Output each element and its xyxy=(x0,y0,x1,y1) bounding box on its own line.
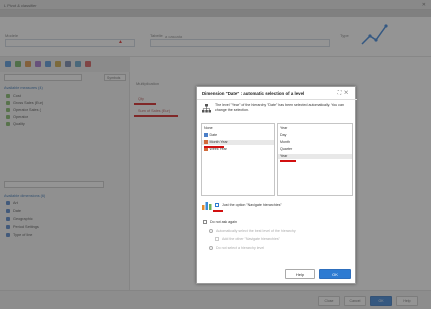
help-button[interactable]: Help xyxy=(285,269,315,279)
level-selection-dialog: Dimension "Date" : automatic selection o… xyxy=(196,86,357,284)
navigate-checkbox[interactable] xyxy=(215,203,219,207)
dialog-window-controls[interactable]: ⛶✕ xyxy=(338,90,351,96)
hierarchy-icon xyxy=(202,104,211,113)
level-item[interactable]: Year xyxy=(280,154,287,158)
dimension-icon xyxy=(204,133,208,137)
highlight-underline xyxy=(213,210,223,212)
add-other-checkbox[interactable] xyxy=(215,237,219,241)
level-item[interactable]: Quarter xyxy=(280,147,292,151)
bar-chart-icon xyxy=(202,202,212,210)
level-item[interactable]: Day xyxy=(280,133,286,137)
highlight-underline xyxy=(204,146,224,148)
navigate-label: Just the option "Navigate hierarchies" xyxy=(222,203,282,207)
add-other-label: Add the other "Navigate hierarchies" xyxy=(222,237,280,241)
dialog-title: Dimension "Date" : automatic selection o… xyxy=(202,91,305,96)
hierarchy-item[interactable]: None xyxy=(204,126,213,130)
radio-no-level-label: Do not select a hierarchy level xyxy=(216,246,265,250)
do-not-ask-label: Do not ask again xyxy=(210,220,237,224)
dialog-divider xyxy=(197,99,357,100)
hierarchy-item[interactable]: Week Year xyxy=(204,147,227,151)
level-list[interactable]: Year Day Month Quarter Year xyxy=(277,123,353,196)
hierarchy-list[interactable]: None Date Month Year Week Year xyxy=(201,123,275,196)
selected-row-highlight xyxy=(278,154,352,159)
hierarchy-item[interactable]: Date xyxy=(204,133,217,137)
radio-auto-select[interactable] xyxy=(209,229,213,233)
hierarchy-icon xyxy=(204,140,208,144)
level-item[interactable]: Year xyxy=(280,126,287,130)
ok-button[interactable]: OK xyxy=(319,269,351,279)
highlight-underline xyxy=(280,160,296,162)
hierarchy-item[interactable]: Month Year xyxy=(204,140,228,144)
hierarchy-icon xyxy=(204,147,208,151)
do-not-ask-checkbox[interactable] xyxy=(203,220,207,224)
dialog-message: The level "Year" of the hierarchy "Date"… xyxy=(215,103,344,112)
level-item[interactable]: Month xyxy=(280,140,290,144)
radio-no-level[interactable] xyxy=(209,246,213,250)
radio-auto-select-label: Automatically select the best level of t… xyxy=(216,229,296,233)
